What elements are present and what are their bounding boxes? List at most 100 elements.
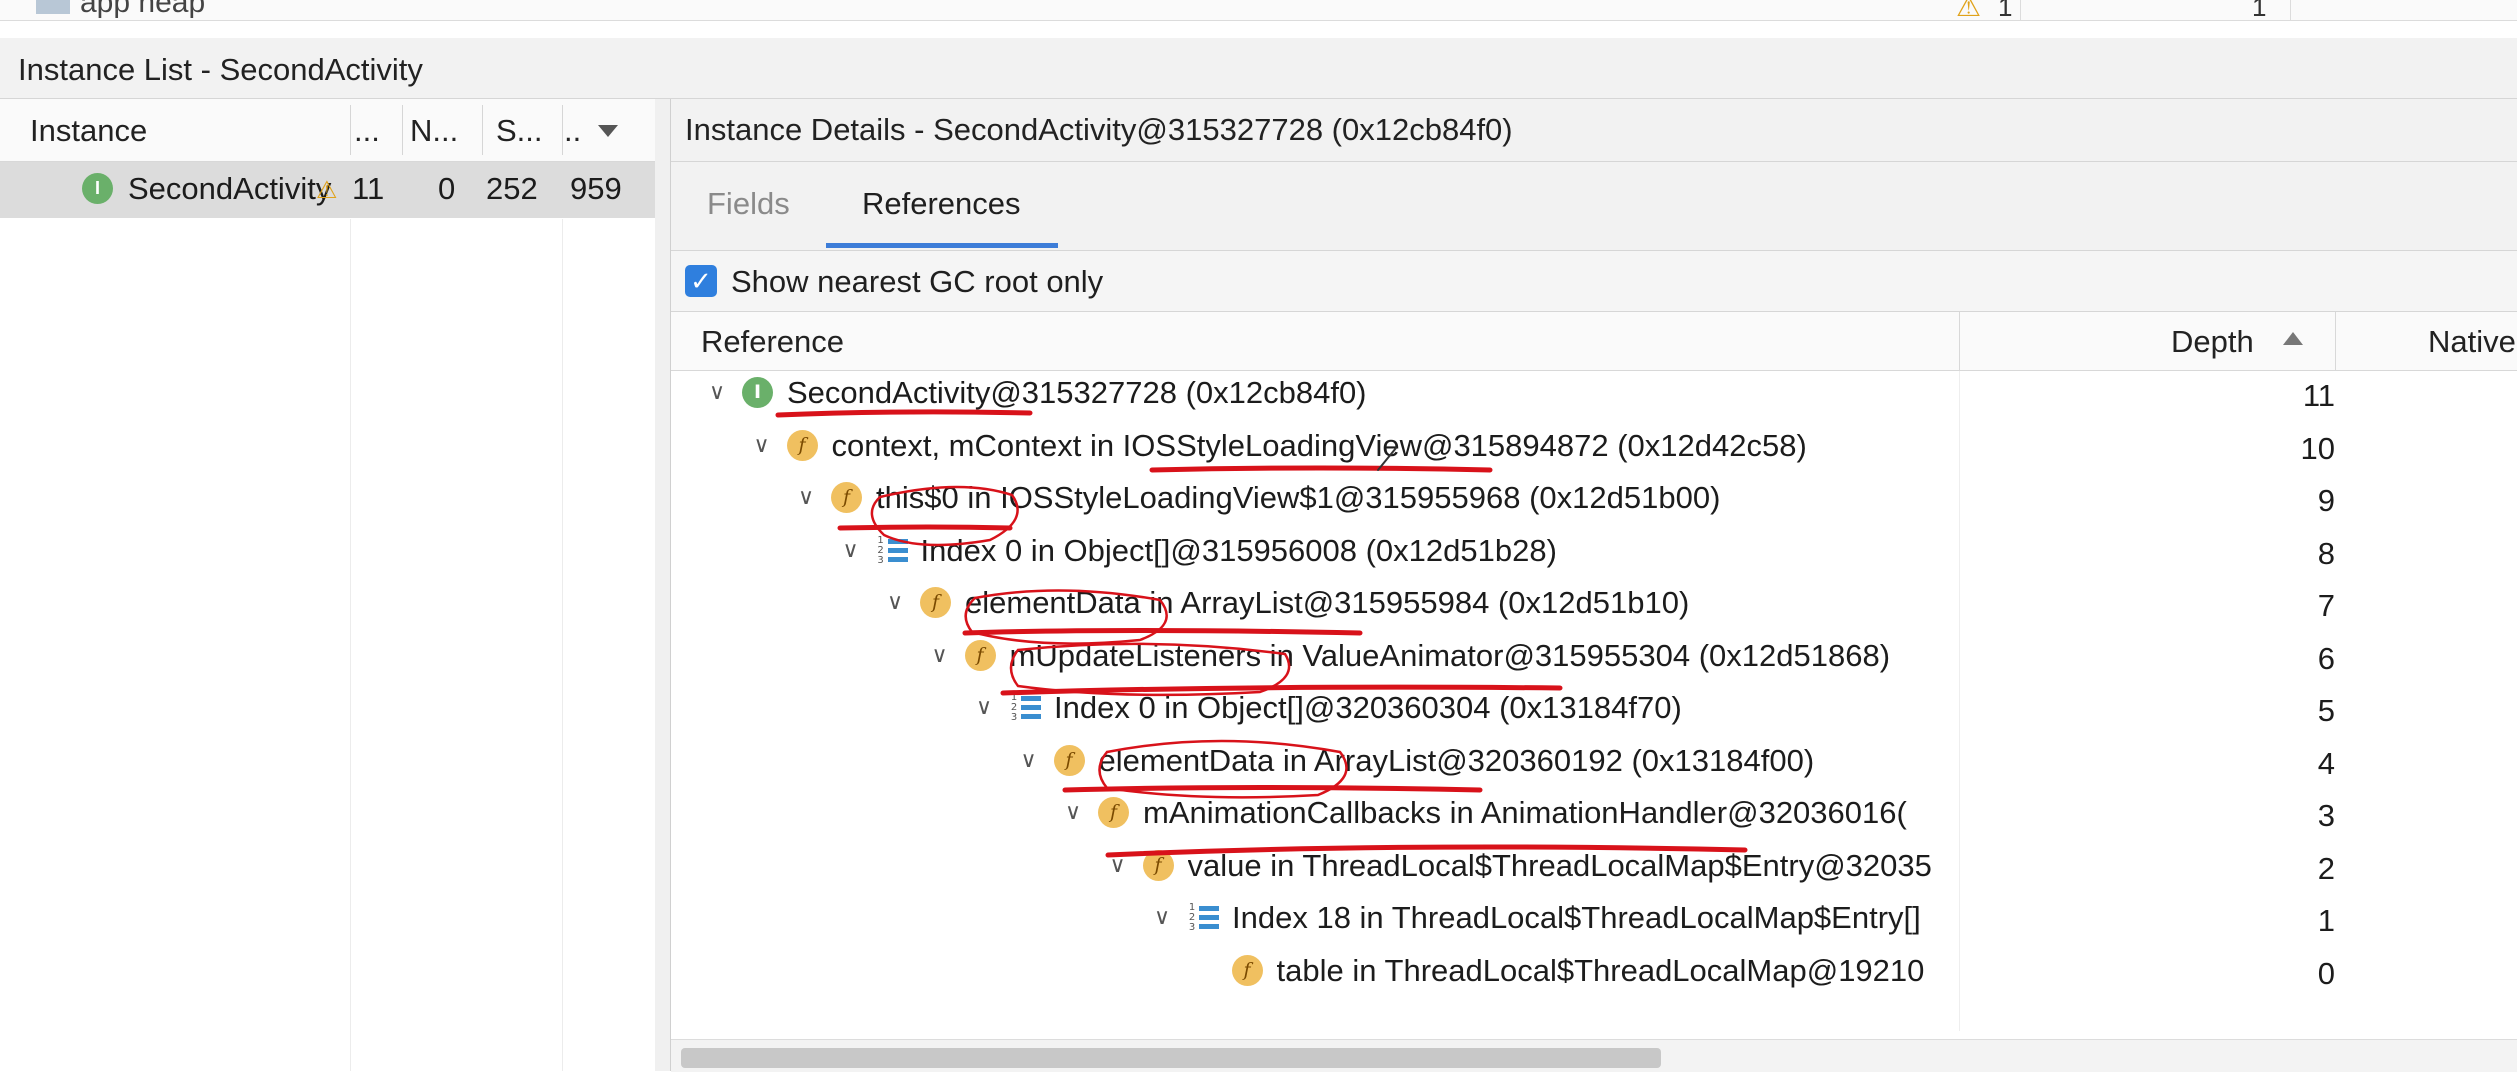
array-icon: 123 <box>876 535 910 566</box>
reference-depth: 4 <box>2317 745 2335 781</box>
reference-depth: 0 <box>2317 955 2335 991</box>
instance-list-title: Instance List - SecondActivity <box>18 52 423 87</box>
active-tab-indicator <box>826 243 1058 248</box>
expand-chevron-icon[interactable]: ∨ <box>1110 852 1126 878</box>
sort-ascending-icon <box>2283 332 2303 345</box>
tab-references[interactable]: References <box>862 186 1021 222</box>
column-header-depth[interactable]: ... <box>354 113 380 149</box>
column-header-depth[interactable]: Depth <box>2171 324 2254 360</box>
reference-label: context, mContext in IOSStyleLoadingView… <box>831 427 1807 463</box>
reference-depth: 5 <box>2317 693 2335 728</box>
column-divider <box>2020 0 2021 20</box>
reference-tree-row[interactable]: ∨ f this$0 in IOSStyleLoadingView$1@315955… <box>671 476 2517 528</box>
gc-root-option-row: ✓ Show nearest GC root only <box>671 251 2517 312</box>
reference-depth: 9 <box>2317 483 2335 518</box>
warning-icon: ⚠ <box>316 177 338 204</box>
details-tabs: Fields References <box>671 162 2517 251</box>
instance-details-title-bar: Instance Details - SecondActivity@315327… <box>671 99 2517 162</box>
column-header-shallow[interactable]: S... <box>496 113 543 149</box>
instance-details-panel: Instance Details - SecondActivity@315327… <box>671 99 2517 1072</box>
column-guide <box>350 219 351 1071</box>
tab-fields[interactable]: Fields <box>707 186 790 222</box>
instance-row[interactable]: I SecondActivity ⚠ 11 0 252 959 <box>0 162 655 218</box>
reference-label: Index 0 in Object[]@320360304 (0x13184f7… <box>1054 690 1682 725</box>
references-table-header: Reference Depth Native <box>671 312 2517 371</box>
column-divider[interactable] <box>562 105 563 155</box>
array-icon: 123 <box>1009 692 1043 723</box>
reference-tree-row[interactable]: ∨ I SecondActivity@315327728 (0x12cb84f0) 1… <box>671 371 2517 423</box>
expand-chevron-icon[interactable]: ∨ <box>976 694 992 720</box>
sort-dropdown-icon[interactable] <box>598 125 618 137</box>
reference-tree-row[interactable]: ∨ 1 2 3 Index 0 in Object[]@320360304 (0x131… <box>671 686 2517 738</box>
expand-chevron-icon[interactable]: ∨ <box>798 484 814 510</box>
expand-chevron-icon[interactable]: ∨ <box>887 589 903 615</box>
reference-tree-row[interactable]: ∨ f elementData in ArrayList@315955984 (0x… <box>671 581 2517 633</box>
expand-chevron-icon[interactable]: ∨ <box>1154 904 1170 930</box>
reference-label: this$0 in IOSStyleLoadingView$1@31595596… <box>876 480 1721 515</box>
column-divider[interactable] <box>402 105 403 155</box>
reference-tree-row[interactable]: ∨ f context, mContext in IOSStyleLoadingVi… <box>671 424 2517 476</box>
column-header-instance[interactable]: Instance <box>30 113 147 149</box>
reference-label: Index 0 in Object[]@315956008 (0x12d51b2… <box>920 532 1557 568</box>
field-icon: f <box>964 639 996 671</box>
reference-label: mAnimationCallbacks in AnimationHandler@… <box>1143 795 1907 830</box>
column-divider[interactable] <box>482 105 483 155</box>
expand-chevron-icon[interactable]: ∨ <box>754 432 770 458</box>
horizontal-scrollbar[interactable] <box>671 1039 2517 1072</box>
instance-icon: I <box>82 173 113 204</box>
column-divider[interactable] <box>350 105 351 155</box>
reference-depth: 3 <box>2317 798 2335 833</box>
expand-chevron-icon[interactable]: ∨ <box>1021 747 1037 773</box>
reference-depth: 8 <box>2317 535 2335 571</box>
references-tree: ∨ I SecondActivity@315327728 (0x12cb84f0) 1… <box>671 371 2517 1031</box>
field-icon: f <box>920 587 951 618</box>
expand-chevron-icon[interactable]: ∨ <box>932 642 948 668</box>
reference-label: SecondActivity@315327728 (0x12cb84f0) <box>787 375 1367 410</box>
instance-icon: I <box>742 377 773 408</box>
reference-depth: 10 <box>2300 430 2335 466</box>
expand-chevron-icon[interactable]: ∨ <box>843 537 859 563</box>
reference-tree-row[interactable]: ∨ f elementData in ArrayList@320360192 (0x… <box>671 739 2517 791</box>
reference-label: elementData in ArrayList@315955984 (0x12… <box>965 585 1690 620</box>
column-divider[interactable] <box>1959 312 1960 370</box>
field-icon: f <box>831 482 862 513</box>
instance-native-size: 0 <box>438 171 456 206</box>
instance-name: SecondActivity <box>128 171 332 206</box>
warning-count: 1 <box>1998 0 2013 21</box>
reference-label: value in ThreadLocal$ThreadLocalMap$Entr… <box>1187 847 1932 883</box>
reference-label: mUpdateListeners in ValueAnimator@315955… <box>1009 637 1891 673</box>
column-header-native[interactable]: Native <box>2428 324 2516 360</box>
column-divider <box>2290 0 2291 20</box>
scrollbar-thumb[interactable] <box>681 1048 1661 1068</box>
reference-tree-row[interactable]: ∨ f value in ThreadLocal$ThreadLocalMap$En… <box>671 844 2517 896</box>
reference-label: elementData in ArrayList@320360192 (0x13… <box>1098 742 1815 778</box>
column-guide <box>562 219 563 1071</box>
reference-label: table in ThreadLocal$ThreadLocalMap@1921… <box>1276 952 1925 988</box>
instance-depth: 11 <box>352 171 385 206</box>
reference-tree-row[interactable]: ∨ f mUpdateListeners in ValueAnimator@3159… <box>671 634 2517 686</box>
field-icon: f <box>1098 797 1129 828</box>
panel-splitter[interactable] <box>655 99 671 1071</box>
instance-list-title-bar: Instance List - SecondActivity <box>0 38 2517 99</box>
expand-chevron-icon[interactable]: ∨ <box>1065 799 1081 825</box>
expand-chevron-icon[interactable]: ∨ <box>709 379 725 405</box>
instance-list-panel: Instance ... N... S... .. I SecondActivi… <box>0 99 656 1071</box>
column-header-native[interactable]: N... <box>410 113 458 149</box>
reference-depth: 6 <box>2317 640 2335 676</box>
reference-tree-row[interactable]: ∨ 1 2 3 Index 0 in Object[]@315956008 (0x12d… <box>671 529 2517 581</box>
column-header-reference[interactable]: Reference <box>701 324 844 360</box>
reference-tree-row[interactable]: ∨ 1 2 3 Index 18 in ThreadLocal$ThreadLocalM… <box>671 896 2517 948</box>
heap-name: app heap <box>80 0 206 19</box>
column-header-retained[interactable]: .. <box>564 113 581 149</box>
gc-root-checkbox[interactable]: ✓ <box>685 265 717 297</box>
reference-depth: 2 <box>2317 850 2335 886</box>
instance-retained-size: 959 <box>570 171 622 206</box>
gc-root-label[interactable]: Show nearest GC root only <box>731 264 1103 300</box>
reference-depth: 11 <box>2302 378 2335 413</box>
reference-label: Index 18 in ThreadLocal$ThreadLocalMap$E… <box>1232 900 1921 935</box>
field-icon: f <box>1053 744 1085 776</box>
column-divider[interactable] <box>2335 312 2336 370</box>
reference-tree-row[interactable]: ∨ f mAnimationCallbacks in AnimationHandle… <box>671 791 2517 843</box>
reference-tree-row[interactable]: f table in ThreadLocal$ThreadLocalMap@192… <box>671 949 2517 1001</box>
instance-list-header: Instance ... N... S... .. <box>0 99 655 162</box>
